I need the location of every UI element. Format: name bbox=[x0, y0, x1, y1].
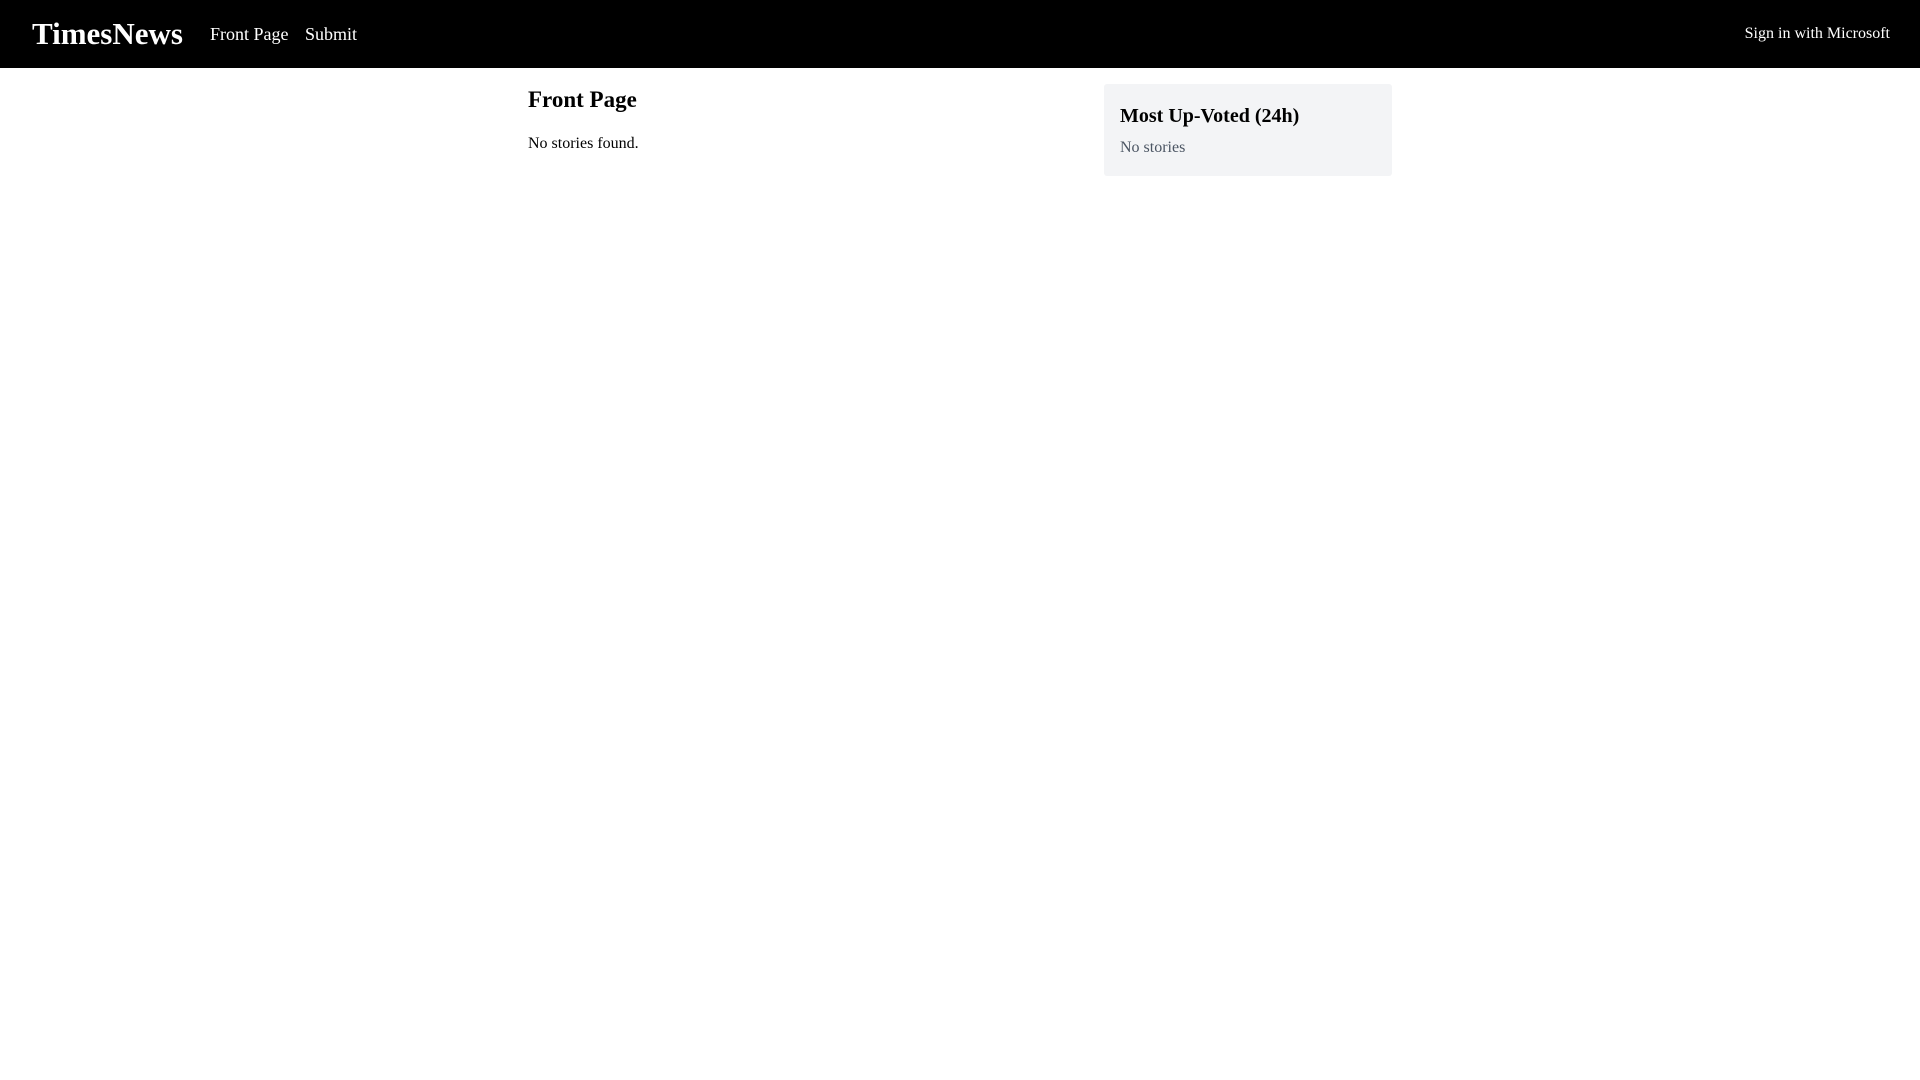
nav-link-submit[interactable]: Submit bbox=[305, 22, 357, 46]
sidebar-empty-message: No stories bbox=[1120, 139, 1186, 156]
site-logo-link[interactable]: TimesNews bbox=[32, 14, 183, 54]
no-stories-message: No stories found. bbox=[528, 135, 639, 152]
nav-link-front-page[interactable]: Front Page bbox=[210, 22, 289, 46]
most-upvoted-sidebar: Most Up-Voted (24h) No stories bbox=[1104, 84, 1392, 176]
top-navigation-bar: TimesNews Front Page Submit Sign in with… bbox=[0, 0, 1920, 68]
sign-in-with-microsoft-link[interactable]: Sign in with Microsoft bbox=[1745, 23, 1890, 45]
page-title: Front Page bbox=[528, 87, 637, 112]
sidebar-title: Most Up-Voted (24h) bbox=[1120, 105, 1300, 127]
